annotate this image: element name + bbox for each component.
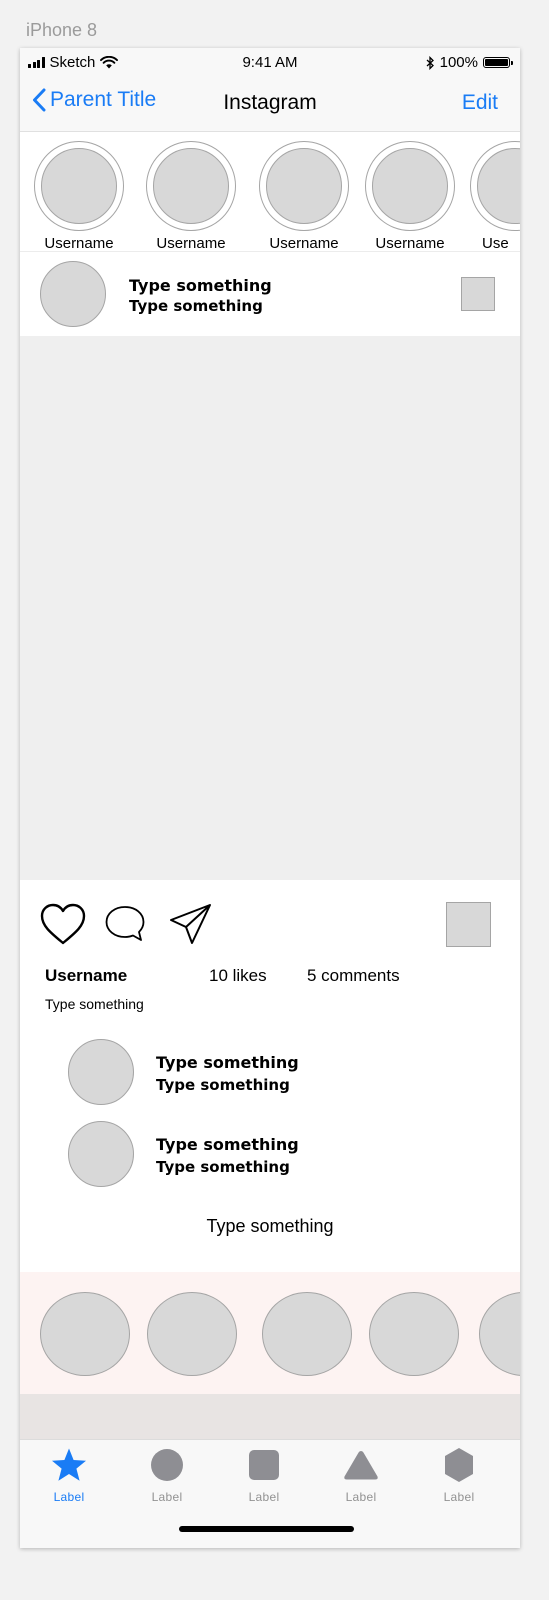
highlight-item[interactable] <box>40 1292 130 1376</box>
story-avatar <box>153 148 229 224</box>
view-more-link[interactable]: Type something <box>20 1216 520 1237</box>
tab-triangle[interactable]: Label <box>316 1446 406 1504</box>
comment-avatar[interactable] <box>68 1121 134 1187</box>
hexagon-icon <box>414 1446 504 1484</box>
story-ring <box>365 141 455 231</box>
navigation-bar: Parent Title Instagram Edit <box>20 78 520 132</box>
highlight-item[interactable] <box>369 1292 459 1376</box>
comment-avatar[interactable] <box>68 1039 134 1105</box>
tab-label: Label <box>53 1490 85 1504</box>
story-item[interactable]: Username <box>364 141 456 252</box>
highlight-item[interactable] <box>479 1292 520 1376</box>
story-ring <box>34 141 124 231</box>
comment-icon[interactable] <box>104 904 146 944</box>
post-actions <box>20 880 520 980</box>
story-ring <box>470 141 520 231</box>
highlight-item[interactable] <box>147 1292 237 1376</box>
post-meta: Username 10 likes 5 comments <box>20 966 520 990</box>
battery-icon <box>483 57 513 68</box>
highlight-item[interactable] <box>262 1292 352 1376</box>
story-username: Use <box>482 235 509 252</box>
artboard-label: iPhone 8 <box>26 20 98 40</box>
story-username: Username <box>269 235 339 252</box>
story-username: Username <box>156 235 226 252</box>
tab-label: Label <box>248 1490 280 1504</box>
stories-row: Username Username Username Username Use <box>20 132 520 252</box>
section-divider <box>20 1394 520 1439</box>
circle-icon <box>122 1446 212 1484</box>
story-avatar <box>372 148 448 224</box>
comments-count[interactable]: 5 comments <box>307 966 400 986</box>
post-caption: Type something <box>45 996 144 1012</box>
post-author-avatar[interactable] <box>40 261 106 327</box>
story-item[interactable]: Username <box>258 141 350 252</box>
tab-star[interactable]: Label <box>24 1446 114 1504</box>
edit-button[interactable]: Edit <box>462 91 498 115</box>
story-item[interactable]: Username <box>33 141 125 252</box>
story-item[interactable]: Use <box>470 141 520 252</box>
comment-text: Type something <box>156 1076 290 1094</box>
comment-item: Type something Type something <box>20 1121 520 1191</box>
story-ring <box>259 141 349 231</box>
story-avatar <box>41 148 117 224</box>
tab-label: Label <box>345 1490 377 1504</box>
story-avatar <box>477 148 520 224</box>
likes-count[interactable]: 10 likes <box>209 966 267 986</box>
home-indicator[interactable] <box>179 1526 354 1532</box>
battery-percent: 100% <box>439 54 478 71</box>
comment-author: Type something <box>156 1053 299 1072</box>
comment-author: Type something <box>156 1135 299 1154</box>
tab-label: Label <box>443 1490 475 1504</box>
comment-text: Type something <box>156 1158 290 1176</box>
status-right: 100% <box>426 54 513 71</box>
post-options-button[interactable] <box>461 277 495 311</box>
phone-screen: Sketch 9:41 AM 100% Parent Title Instagr… <box>20 48 520 1548</box>
post-username[interactable]: Username <box>45 966 127 986</box>
story-avatar <box>266 148 342 224</box>
story-ring <box>146 141 236 231</box>
post-header: Type something Type something <box>20 252 520 336</box>
story-username: Username <box>375 235 445 252</box>
heart-icon[interactable] <box>39 902 87 946</box>
post-author-name: Type something <box>129 276 272 295</box>
tab-hexagon[interactable]: Label <box>414 1446 504 1504</box>
star-icon <box>24 1446 114 1484</box>
tab-square[interactable]: Label <box>219 1446 309 1504</box>
square-icon <box>219 1446 309 1484</box>
highlights-row <box>20 1272 520 1394</box>
story-username: Username <box>44 235 114 252</box>
post-location: Type something <box>129 297 263 315</box>
tab-label: Label <box>151 1490 183 1504</box>
status-bar: Sketch 9:41 AM 100% <box>20 48 520 78</box>
nav-title: Instagram <box>223 91 317 114</box>
triangle-icon <box>316 1446 406 1484</box>
comment-item: Type something Type something <box>20 1039 520 1109</box>
send-icon[interactable] <box>168 902 214 946</box>
post-image[interactable] <box>20 336 520 880</box>
story-item[interactable]: Username <box>145 141 237 252</box>
bluetooth-icon <box>426 55 434 70</box>
save-button[interactable] <box>446 902 491 947</box>
tab-circle[interactable]: Label <box>122 1446 212 1504</box>
